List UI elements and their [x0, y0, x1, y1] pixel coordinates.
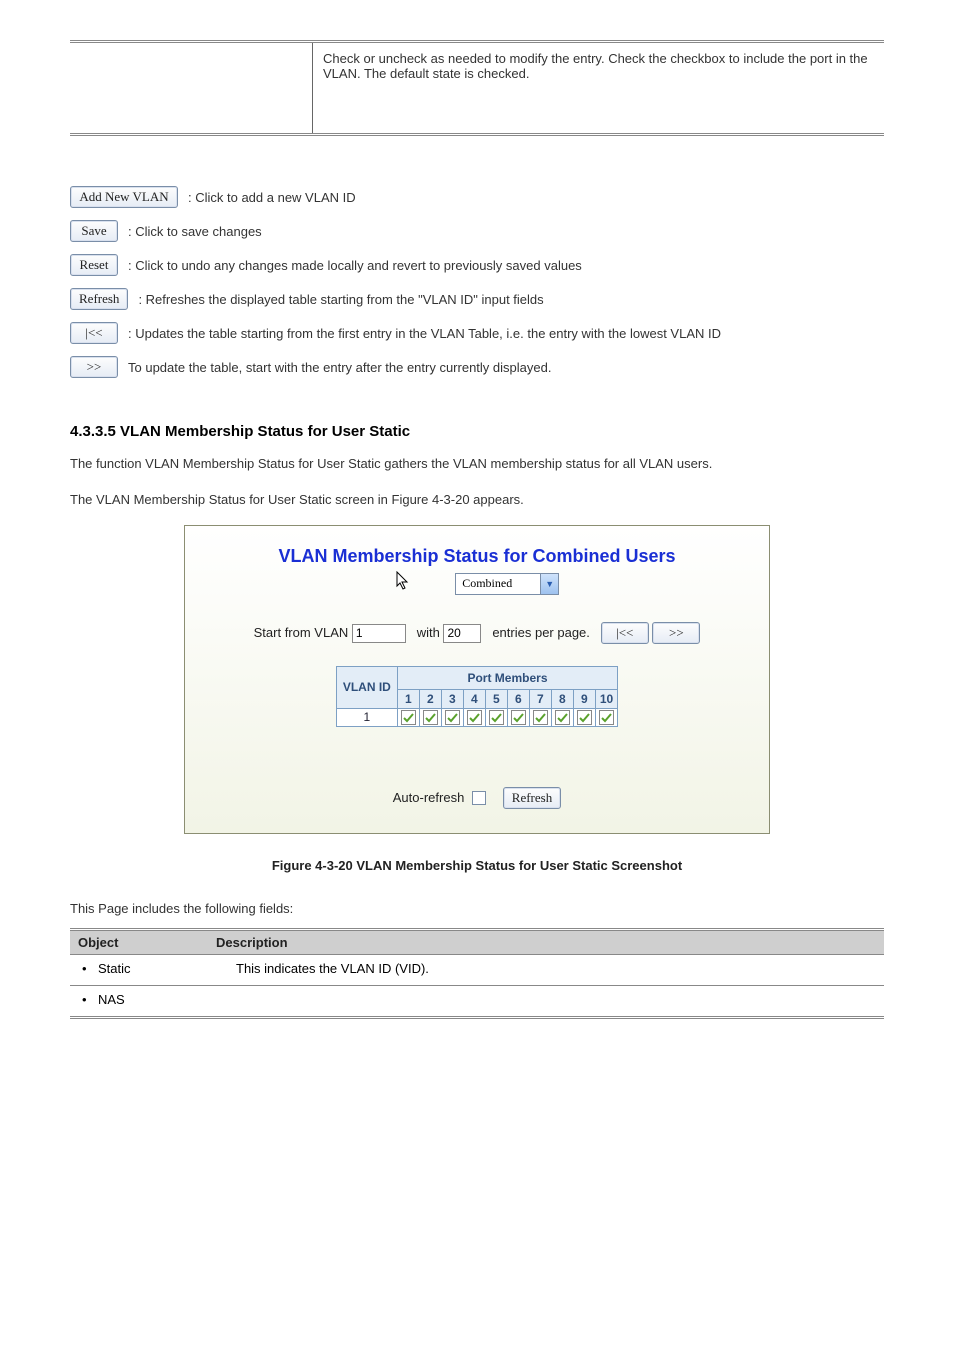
port-cell-6 [507, 708, 529, 726]
chevron-down-icon: ▼ [540, 574, 558, 594]
fields-obj-nas: NAS [70, 986, 228, 1016]
fields-table-header-desc: Description [208, 931, 884, 954]
save-desc: : Click to save changes [128, 224, 262, 239]
vlan-id-header: VLAN ID [336, 666, 397, 708]
port-col-1: 1 [397, 689, 419, 708]
figure-label: Figure 4-3-20 VLAN Membership Status for… [70, 858, 884, 873]
section-heading: 4.3.3.5 VLAN Membership Status for User … [70, 423, 884, 440]
check-icon [401, 710, 416, 725]
check-icon [577, 710, 592, 725]
check-icon [533, 710, 548, 725]
fields-desc-nas [228, 986, 884, 1016]
screenshot-title: VLAN Membership Status for Combined User… [199, 546, 755, 567]
section-paragraph: The function VLAN Membership Status for … [70, 454, 884, 474]
check-icon [489, 710, 504, 725]
auto-refresh-checkbox[interactable] [472, 791, 486, 805]
screenshot-panel: VLAN Membership Status for Combined User… [184, 525, 770, 834]
port-cell-9 [573, 708, 595, 726]
refresh-desc: : Refreshes the displayed table starting… [138, 292, 543, 307]
add-new-vlan-desc: : Click to add a new VLAN ID [188, 190, 356, 205]
port-cell-4 [463, 708, 485, 726]
fields-obj-static: Static [70, 955, 228, 985]
port-col-5: 5 [485, 689, 507, 708]
save-button[interactable]: Save [70, 220, 118, 242]
check-icon [467, 710, 482, 725]
vlan-id-cell: 1 [336, 708, 397, 726]
auto-refresh-label: Auto-refresh [393, 790, 465, 805]
table-row: 1 [336, 708, 617, 726]
check-icon [423, 710, 438, 725]
table-row: Static This indicates the VLAN ID (VID). [70, 954, 884, 985]
port-cell-3 [441, 708, 463, 726]
fields-desc-static: This indicates the VLAN ID (VID). [228, 955, 884, 985]
with-label: with [417, 625, 440, 640]
hr-bt-bottom [70, 1016, 884, 1019]
port-cell-1 [397, 708, 419, 726]
user-combobox-value: Combined [456, 574, 540, 594]
port-cell-10 [595, 708, 617, 726]
check-icon [511, 710, 526, 725]
port-col-3: 3 [441, 689, 463, 708]
port-col-6: 6 [507, 689, 529, 708]
check-icon [599, 710, 614, 725]
port-cell-5 [485, 708, 507, 726]
buttons-block: Add New VLAN : Click to add a new VLAN I… [70, 186, 884, 378]
start-from-label: Start from VLAN [254, 625, 349, 640]
reset-button[interactable]: Reset [70, 254, 118, 276]
check-icon [555, 710, 570, 725]
top-table-row: Check or uncheck as needed to modify the… [70, 43, 884, 133]
first-page-button[interactable]: |<< [70, 322, 118, 344]
port-col-8: 8 [551, 689, 573, 708]
port-col-2: 2 [419, 689, 441, 708]
add-new-vlan-button[interactable]: Add New VLAN [70, 186, 178, 208]
port-members-header: Port Members [397, 666, 617, 689]
top-table-left-cell [70, 43, 313, 133]
nav-next-button[interactable]: >> [652, 622, 700, 644]
nav-first-button[interactable]: |<< [601, 622, 649, 644]
fields-table-header-object: Object [70, 931, 208, 954]
table-row: NAS [70, 985, 884, 1016]
port-col-10: 10 [595, 689, 617, 708]
entries-input[interactable] [443, 624, 481, 643]
port-members-table: VLAN ID Port Members 1 2 3 4 5 6 7 8 9 1… [336, 666, 618, 727]
port-cell-8 [551, 708, 573, 726]
hr-top-end [70, 133, 884, 136]
screenshot-controls: Start from VLAN with entries per page. |… [199, 622, 755, 644]
fields-table: Object Description Static This indicates… [70, 928, 884, 1019]
port-col-9: 9 [573, 689, 595, 708]
top-table-right-cell: Check or uncheck as needed to modify the… [313, 43, 884, 133]
intro-paragraph: This Page includes the following fields: [70, 899, 884, 919]
refresh-button[interactable]: Refresh [70, 288, 128, 310]
figure-caption-intro: The VLAN Membership Status for User Stat… [70, 492, 884, 507]
start-from-input[interactable] [352, 624, 406, 643]
user-combobox[interactable]: Combined ▼ [455, 573, 559, 595]
entries-per-page-label: entries per page. [492, 625, 590, 640]
port-cell-2 [419, 708, 441, 726]
next-page-button[interactable]: >> [70, 356, 118, 378]
port-cell-7 [529, 708, 551, 726]
next-page-desc: To update the table, start with the entr… [128, 360, 551, 375]
reset-desc: : Click to undo any changes made locally… [128, 258, 582, 273]
refresh-button-ss[interactable]: Refresh [503, 787, 561, 809]
port-col-4: 4 [463, 689, 485, 708]
screenshot-footer: Auto-refresh Refresh [199, 787, 755, 809]
check-icon [445, 710, 460, 725]
port-col-7: 7 [529, 689, 551, 708]
first-page-desc: : Updates the table starting from the fi… [128, 326, 721, 341]
cursor-icon [395, 571, 411, 596]
